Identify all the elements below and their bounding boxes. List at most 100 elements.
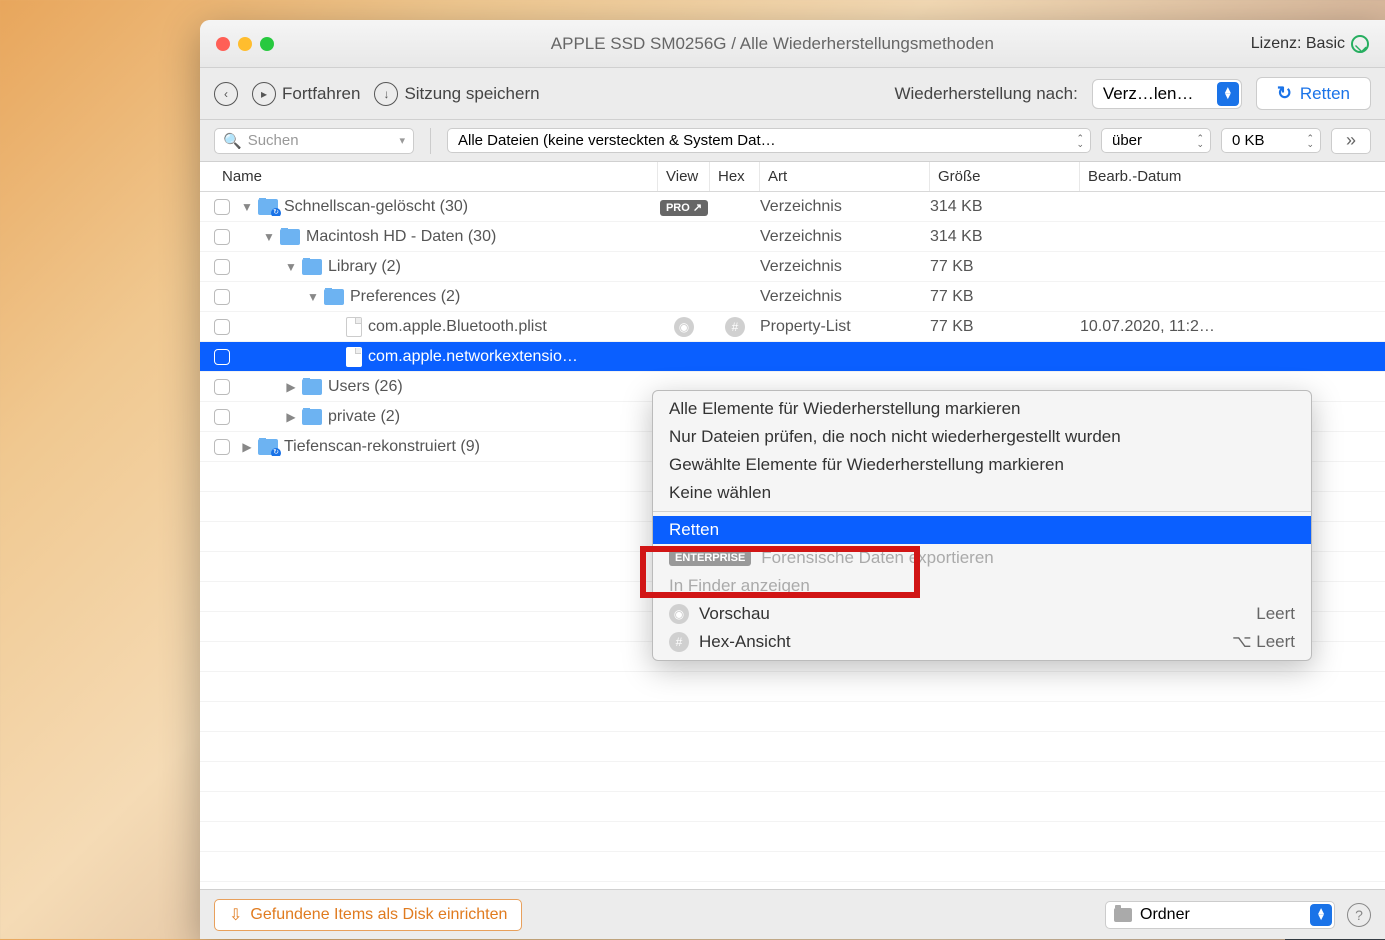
folder-icon [258,439,278,455]
col-name[interactable]: Name [214,162,658,191]
enterprise-badge: ENTERPRISE [669,550,751,566]
table-row[interactable]: ▼Schnellscan-gelöscht (30)PRO ↗Verzeichn… [200,192,1385,222]
file-name: com.apple.Bluetooth.plist [368,318,547,336]
row-checkbox[interactable] [214,379,230,395]
table-row[interactable]: com.apple.Bluetooth.plist ◉ # Property-List… [200,312,1385,342]
search-icon: 🔍 [223,132,242,150]
cell-art: Verzeichnis [760,228,930,246]
cell-size: 314 KB [930,228,1080,246]
row-checkbox[interactable] [214,259,230,275]
row-checkbox[interactable] [214,439,230,455]
eye-icon[interactable]: ◉ [674,317,694,337]
hash-icon[interactable]: # [725,317,745,337]
col-art[interactable]: Art [760,162,930,191]
col-hex[interactable]: Hex [710,162,760,191]
file-name: Tiefenscan-rekonstruiert (9) [284,438,480,456]
disclosure-icon[interactable]: ▼ [240,200,254,214]
table-row[interactable]: com.apple.networkextensio… [200,342,1385,372]
table-row[interactable]: ▼Library (2)Verzeichnis77 KB [200,252,1385,282]
continue-button[interactable]: ▸ Fortfahren [252,82,360,106]
menu-preview[interactable]: ◉ Vorschau Leert [653,600,1311,628]
divider [430,128,431,154]
cell-art: Verzeichnis [760,198,930,216]
menu-select-none[interactable]: Keine wählen [653,479,1311,507]
save-session-button[interactable]: ↓ Sitzung speichern [374,82,539,106]
window-title: APPLE SSD SM0256G / Alle Wiederherstellu… [294,34,1251,54]
over-select[interactable]: über [1101,128,1211,153]
row-checkbox[interactable] [214,349,230,365]
help-button[interactable]: ? [1347,903,1371,927]
license-button[interactable]: Lizenz: Basic [1251,35,1369,53]
recovery-by-select[interactable]: Verz…len… ▲▼ [1092,79,1242,109]
menu-retten[interactable]: Retten [653,516,1311,544]
row-checkbox[interactable] [214,409,230,425]
file-icon [346,317,362,337]
folder-icon [1114,908,1132,922]
back-icon[interactable]: ‹ [214,82,238,106]
zoom-icon[interactable] [260,37,274,51]
cell-date: 10.07.2020, 11:2… [1080,318,1385,336]
row-checkbox[interactable] [214,229,230,245]
retten-button[interactable]: Retten [1256,77,1371,110]
search-input[interactable]: 🔍 Suchen ▾ [214,128,414,154]
disclosure-icon[interactable]: ▶ [284,380,298,394]
row-checkbox[interactable] [214,319,230,335]
menu-show-in-finder[interactable]: In Finder anzeigen [653,572,1311,600]
folder-icon [280,229,300,245]
disclosure-icon[interactable]: ▼ [262,230,276,244]
col-view[interactable]: View [658,162,710,191]
menu-mark-all[interactable]: Alle Elemente für Wiederherstellung mark… [653,395,1311,423]
cell-size: 77 KB [930,258,1080,276]
folder-icon [302,259,322,275]
disclosure-icon[interactable]: ▼ [306,290,320,304]
status-bar: ⇩ Gefundene Items als Disk einrichten Or… [200,889,1385,939]
row-checkbox[interactable] [214,199,230,215]
folder-icon [324,289,344,305]
window-controls [216,37,274,51]
minimize-icon[interactable] [238,37,252,51]
disclosure-icon[interactable]: ▶ [240,440,254,454]
recovery-by-label: Wiederherstellung nach: [894,84,1077,104]
mount-disk-button[interactable]: ⇩ Gefundene Items als Disk einrichten [214,899,522,931]
chevron-down-icon [1351,35,1369,53]
menu-check-not-recovered[interactable]: Nur Dateien prüfen, die noch nicht wiede… [653,423,1311,451]
file-name: Library (2) [328,258,401,276]
file-name: Users (26) [328,378,403,396]
cell-size: 314 KB [930,198,1080,216]
chevron-down-icon: ▾ [399,134,405,147]
cell-size: 77 KB [930,288,1080,306]
file-name: Preferences (2) [350,288,460,306]
folder-icon [302,379,322,395]
menu-hex-view[interactable]: # Hex-Ansicht ⌥ Leert [653,628,1311,656]
titlebar: APPLE SSD SM0256G / Alle Wiederherstellu… [200,20,1385,68]
close-icon[interactable] [216,37,230,51]
play-icon: ▸ [252,82,276,106]
empty-row [200,852,1385,882]
disclosure-icon[interactable]: ▼ [284,260,298,274]
hash-icon: # [669,632,689,652]
table-row[interactable]: ▼Preferences (2)Verzeichnis77 KB [200,282,1385,312]
table-row[interactable]: ▼Macintosh HD - Daten (30)Verzeichnis314… [200,222,1385,252]
folder-icon [302,409,322,425]
empty-row [200,762,1385,792]
folder-icon [258,199,278,215]
menu-forensic[interactable]: ENTERPRISE Forensische Daten exportieren [653,544,1311,572]
menu-mark-selected[interactable]: Gewählte Elemente für Wiederherstellung … [653,451,1311,479]
col-date[interactable]: Bearb.-Datum [1080,162,1385,191]
cell-size: 77 KB [930,318,1080,336]
file-icon [346,347,362,367]
cell-art: Property-List [760,318,930,336]
toolbar: ‹ ▸ Fortfahren ↓ Sitzung speichern Wiede… [200,68,1385,120]
empty-row [200,732,1385,762]
file-filter-select[interactable]: Alle Dateien (keine versteckten & System… [447,128,1091,153]
row-checkbox[interactable] [214,289,230,305]
empty-row [200,702,1385,732]
more-button[interactable]: » [1331,128,1371,154]
size-select[interactable]: 0 KB [1221,128,1321,153]
column-headers: Name View Hex Art Größe Bearb.-Datum [200,162,1385,192]
context-menu: Alle Elemente für Wiederherstellung mark… [652,390,1312,661]
col-size[interactable]: Größe [930,162,1080,191]
destination-folder-select[interactable]: Ordner ▲▼ [1105,901,1335,929]
disclosure-icon[interactable]: ▶ [284,410,298,424]
filter-bar: 🔍 Suchen ▾ Alle Dateien (keine versteckt… [200,120,1385,162]
